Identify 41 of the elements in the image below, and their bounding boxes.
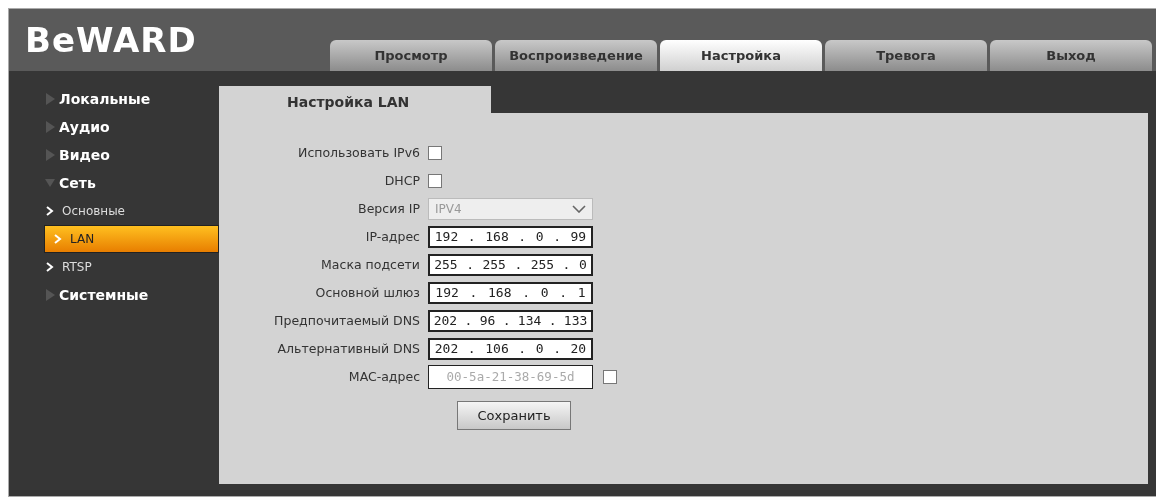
- chevron-right-icon: [45, 262, 54, 272]
- field-label: MAC-адрес: [347, 367, 421, 386]
- sidebar-subitem[interactable]: RTSP: [1, 253, 176, 281]
- checkbox[interactable]: [428, 146, 442, 160]
- nav-tab[interactable]: Воспроизведение: [495, 40, 657, 71]
- ip-address-field[interactable]: 202 . 96 . 134 . 133: [428, 310, 593, 332]
- field-label: Предпочитаемый DNS: [273, 311, 421, 330]
- sidebar-item[interactable]: Видео: [9, 141, 219, 169]
- logo: BeWARD: [25, 23, 198, 57]
- field-label: Маска подсети: [320, 255, 421, 274]
- nav-tab[interactable]: Выход: [990, 40, 1152, 71]
- field-label: Альтернативный DNS: [276, 339, 421, 358]
- checkbox[interactable]: [428, 174, 442, 188]
- field-label: Основной шлюз: [314, 283, 421, 302]
- chevron-right-icon: [45, 206, 54, 216]
- ip-address-field[interactable]: 192 . 168 . 0 . 1: [428, 282, 593, 304]
- sidebar-item[interactable]: Локальные: [9, 85, 219, 113]
- ip-address-field[interactable]: 192 . 168 . 0 . 99: [428, 226, 593, 248]
- triangle-down-icon: [45, 177, 55, 189]
- nav-tab[interactable]: Просмотр: [330, 40, 492, 71]
- triangle-right-icon: [45, 93, 55, 105]
- sidebar-item[interactable]: Системные: [9, 281, 219, 309]
- panel-title: Настройка LAN: [219, 86, 491, 113]
- sidebar-item[interactable]: Сеть: [9, 169, 219, 197]
- nav-tab[interactable]: Тревога: [825, 40, 987, 71]
- field-label: Версия IP: [357, 199, 421, 218]
- sidebar-subitem[interactable]: Основные: [1, 197, 176, 225]
- sidebar-item[interactable]: Аудио: [9, 113, 219, 141]
- chevron-down-icon: [572, 205, 586, 213]
- nav-tab[interactable]: Настройка: [660, 40, 822, 71]
- chevron-right-icon: [53, 234, 62, 244]
- save-button[interactable]: Сохранить: [457, 401, 571, 430]
- ip-address-field[interactable]: 255 . 255 . 255 . 0: [428, 254, 593, 276]
- sidebar-subitem[interactable]: LAN: [44, 225, 219, 253]
- field-label: Использовать IPv6: [297, 143, 421, 162]
- triangle-right-icon: [45, 149, 55, 161]
- field-label: IP-адрес: [364, 227, 421, 246]
- field-label: DHCP: [383, 171, 421, 190]
- triangle-right-icon: [45, 289, 55, 301]
- triangle-right-icon: [45, 121, 55, 133]
- ip-address-field[interactable]: 202 . 106 . 0 . 20: [428, 338, 593, 360]
